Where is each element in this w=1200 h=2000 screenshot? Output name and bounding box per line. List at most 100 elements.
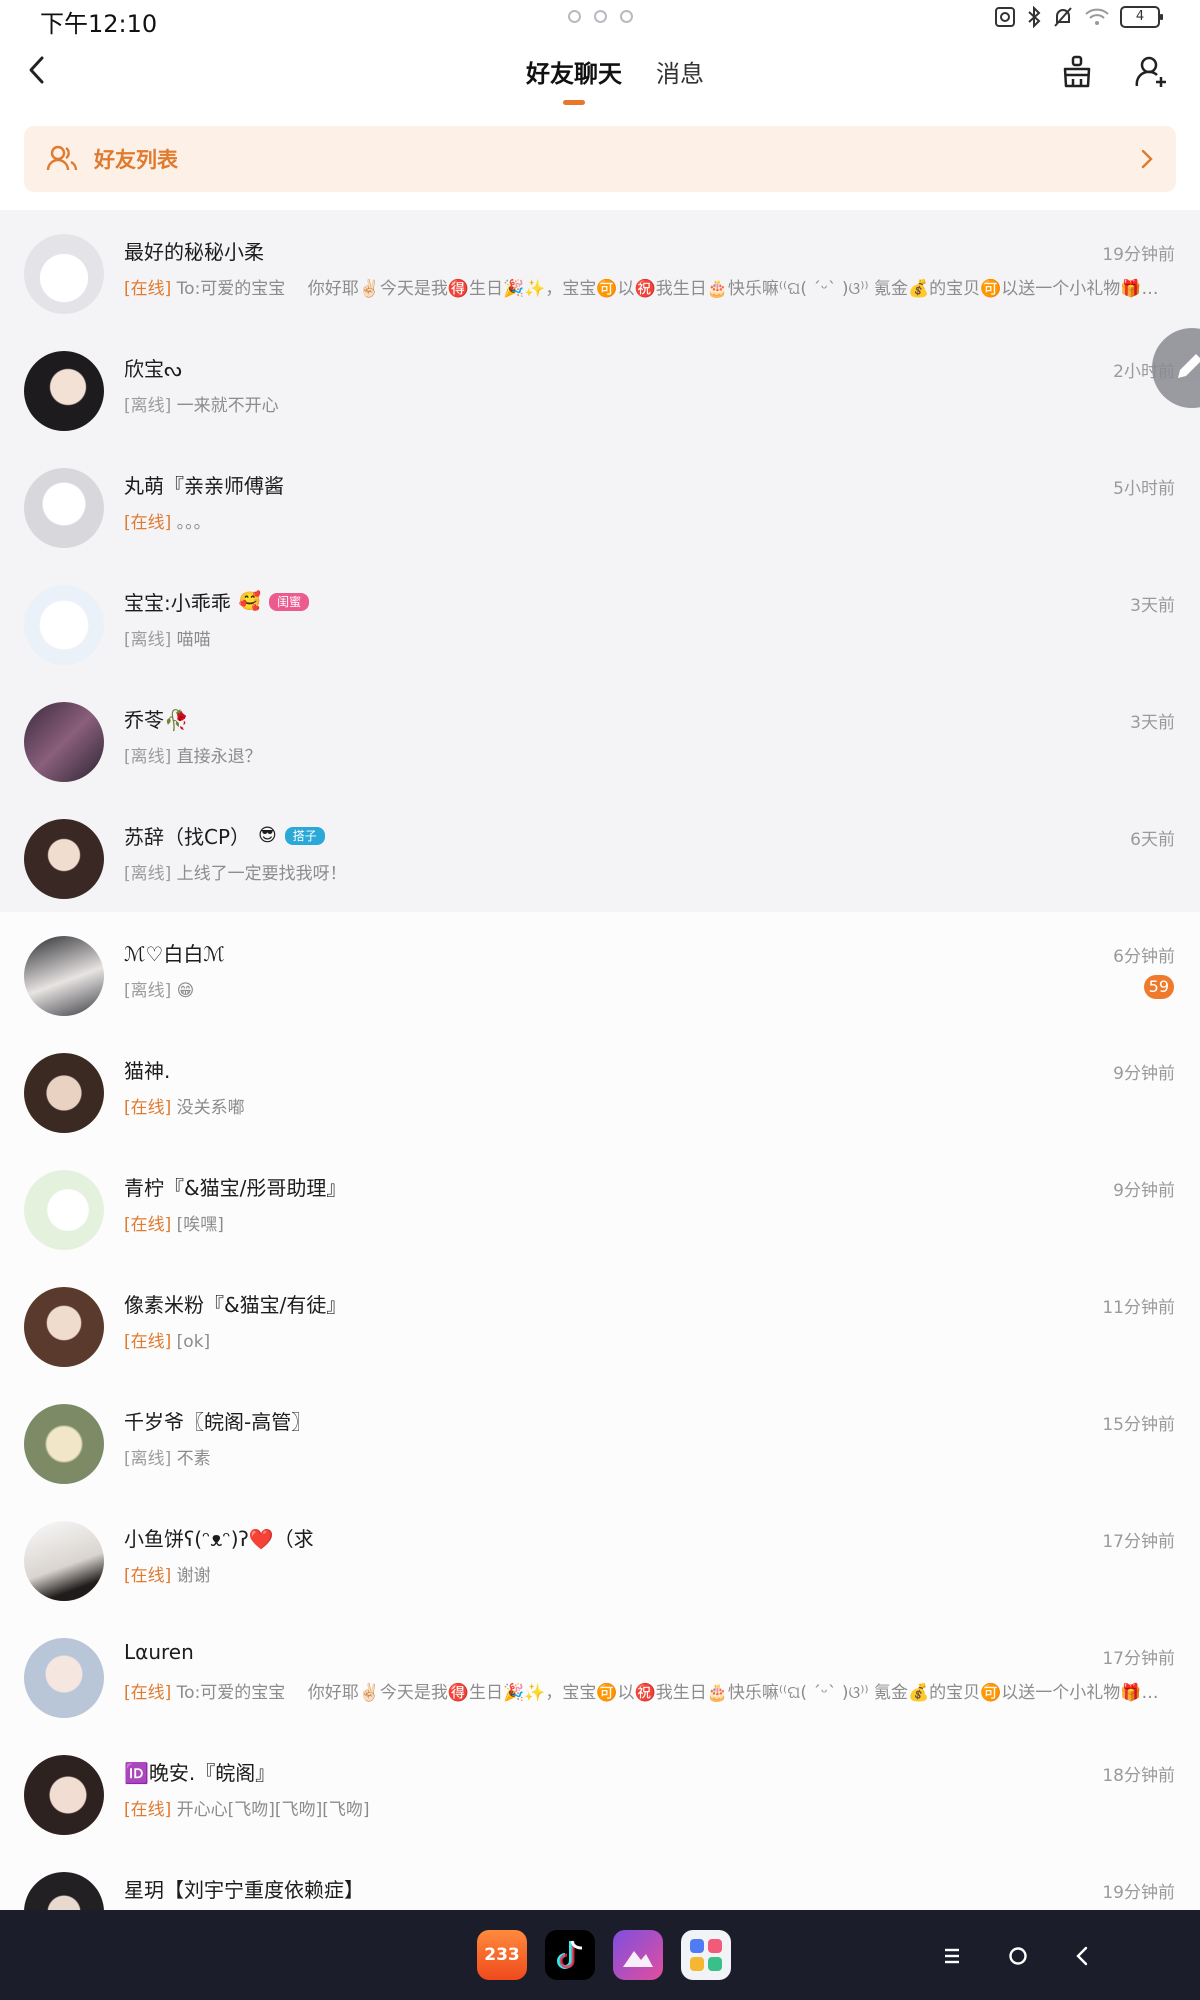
- pencil-icon: [1178, 354, 1200, 378]
- mute-bell-icon: [1054, 7, 1072, 27]
- avatar: [24, 1404, 104, 1484]
- chat-row[interactable]: 苏辞（找CP） 😎 搭子 6天前 [离线] 上线了一定要找我呀！: [0, 795, 1200, 912]
- chat-time: 3天前: [1130, 713, 1175, 733]
- chat-name: 丸萌『亲亲师傅酱: [124, 474, 284, 498]
- nav-home-button[interactable]: [998, 1936, 1038, 1976]
- app-233-icon[interactable]: 233: [477, 1930, 527, 1980]
- unread-badge: 59: [1143, 975, 1174, 999]
- gallery-app-icon[interactable]: [613, 1930, 663, 1980]
- avatar: [24, 1755, 104, 1835]
- app-store-icon[interactable]: [681, 1930, 731, 1980]
- chat-preview: [离线] 😁: [124, 981, 195, 1001]
- chat-preview: [在线] 没关系嘟: [124, 1098, 245, 1118]
- relationship-tag: 搭子: [284, 826, 325, 845]
- nav-back-button[interactable]: [1062, 1936, 1102, 1976]
- tab-messages[interactable]: 消息: [656, 54, 704, 89]
- chat-row[interactable]: 乔苓🥀 3天前 [离线] 直接永退？: [0, 678, 1200, 795]
- relationship-tag: 闺蜜: [269, 592, 310, 611]
- chat-row[interactable]: 千岁爷〖皖阁-高管〗 15分钟前 [离线] 不素: [0, 1380, 1200, 1497]
- chat-name: Lαuren: [124, 1640, 194, 1664]
- chat-time: 9分钟前: [1113, 1181, 1175, 1201]
- chat-preview: [在线] 谢谢: [124, 1566, 211, 1586]
- chat-preview: [离线] 喵喵: [124, 630, 211, 650]
- chat-name: 像素米粉『&猫宝/有徒』: [124, 1293, 347, 1317]
- chevron-right-icon: [1141, 149, 1153, 169]
- avatar: [24, 234, 104, 314]
- chat-time: 15分钟前: [1102, 1415, 1175, 1435]
- chat-row[interactable]: 丸萌『亲亲师傅酱 5小时前 [在线] 。。。: [0, 444, 1200, 561]
- tab-bar: 好友聊天 消息: [0, 54, 1200, 105]
- avatar: [24, 819, 104, 899]
- chat-time: 3天前: [1130, 596, 1175, 616]
- chat-time: 6分钟前: [1113, 947, 1175, 967]
- screenshot-icon: [995, 7, 1015, 27]
- chat-name: 小鱼饼ʕ(ᵔᴥᵔ)ʔ❤️（求: [124, 1527, 314, 1551]
- chat-list: ℳ♡白白ℳ 6分钟前 [离线] 😁 59 猫神. 9分钟前 [在线] 没关系嘟 …: [0, 912, 1200, 1965]
- chat-preview: [离线] 不素: [124, 1449, 211, 1469]
- chat-time: 18分钟前: [1102, 1766, 1175, 1786]
- avatar: [24, 1638, 104, 1718]
- chat-row[interactable]: ℳ♡白白ℳ 6分钟前 [离线] 😁 59: [0, 912, 1200, 1029]
- chat-preview: [离线] 上线了一定要找我呀！: [124, 864, 347, 884]
- friends-list-bar[interactable]: 好友列表: [24, 126, 1176, 192]
- active-tab-indicator: [563, 100, 585, 105]
- cleanup-button[interactable]: [1057, 52, 1097, 92]
- avatar: [24, 936, 104, 1016]
- chat-row[interactable]: 🆔晚安.『皖阁』 18分钟前 [在线] 开心心[飞吻][飞吻][飞吻]: [0, 1731, 1200, 1848]
- chat-name: 星玥【刘宇宁重度依赖症】: [124, 1878, 364, 1902]
- tiktok-app-icon[interactable]: [545, 1930, 595, 1980]
- cleanup-broom-icon: [1063, 55, 1091, 88]
- avatar: [24, 468, 104, 548]
- avatar: [24, 585, 104, 665]
- chat-time: 11分钟前: [1102, 1298, 1175, 1318]
- avatar: [24, 351, 104, 431]
- chat-time: 19分钟前: [1102, 245, 1175, 265]
- chat-row[interactable]: 宝宝:小乖乖 🥰 闺蜜 3天前 [离线] 喵喵: [0, 561, 1200, 678]
- chat-time: 17分钟前: [1102, 1532, 1175, 1552]
- friends-icon: [46, 145, 78, 171]
- wifi-icon: [1085, 8, 1109, 25]
- chat-time: 17分钟前: [1102, 1649, 1175, 1669]
- add-friend-button[interactable]: [1132, 52, 1172, 92]
- header: 好友聊天 消息: [0, 40, 1200, 115]
- nav-menu-button[interactable]: [932, 1936, 972, 1976]
- status-time: 下午12:10: [40, 10, 158, 38]
- avatar: [24, 702, 104, 782]
- avatar: [24, 1053, 104, 1133]
- chat-name: 苏辞（找CP） 😎 搭子: [124, 821, 325, 850]
- chat-row[interactable]: Lαuren 17分钟前 [在线] To:可爱的宝宝 你好耶✌🏻今天是我🉐生日🎉…: [0, 1614, 1200, 1731]
- friends-list-label: 好友列表: [94, 148, 178, 172]
- menu-icon: [945, 1948, 959, 1964]
- chat-preview: [离线] 直接永退？: [124, 747, 262, 767]
- chat-name: 🆔晚安.『皖阁』: [124, 1761, 276, 1785]
- add-friend-icon: [1135, 56, 1166, 87]
- chat-name: ℳ♡白白ℳ: [124, 942, 225, 966]
- window-dots[interactable]: [568, 10, 633, 23]
- chat-row[interactable]: 小鱼饼ʕ(ᵔᴥᵔ)ʔ❤️（求 17分钟前 [在线] 谢谢: [0, 1497, 1200, 1614]
- chat-preview: [在线] [ok]: [124, 1332, 211, 1352]
- chat-preview: [在线] 开心心[飞吻][飞吻][飞吻]: [124, 1800, 370, 1820]
- nav-back-icon: [1076, 1946, 1088, 1966]
- decoration-icon: 😎: [258, 825, 277, 846]
- chat-preview: [离线] 一来就不开心: [124, 396, 279, 416]
- chat-preview: [在线] To:可爱的宝宝 你好耶✌🏻今天是我🉐生日🎉✨，宝宝🉑以㊗️我生日🎂快…: [124, 279, 1159, 299]
- pinned-chat-list: 最好的秘秘小柔 19分钟前 [在线] To:可爱的宝宝 你好耶✌🏻今天是我🉐生日…: [0, 210, 1200, 912]
- status-icons: 4: [994, 6, 1163, 28]
- chat-name: 青柠『&猫宝/彤哥助理』: [124, 1176, 347, 1200]
- chat-row[interactable]: 猫神. 9分钟前 [在线] 没关系嘟: [0, 1029, 1200, 1146]
- chat-time: 9分钟前: [1113, 1064, 1175, 1084]
- chat-time: 5小时前: [1113, 479, 1175, 499]
- battery-icon: 4: [1120, 6, 1163, 28]
- bluetooth-icon: [1028, 6, 1041, 28]
- home-circle-icon: [1009, 1947, 1027, 1965]
- avatar: [24, 1170, 104, 1250]
- tab-friend-chat[interactable]: 好友聊天: [526, 54, 622, 105]
- chat-row[interactable]: 最好的秘秘小柔 19分钟前 [在线] To:可爱的宝宝 你好耶✌🏻今天是我🉐生日…: [0, 210, 1200, 327]
- chat-row[interactable]: 欣宝ᔓ 2小时前 [离线] 一来就不开心: [0, 327, 1200, 444]
- chat-row[interactable]: 像素米粉『&猫宝/有徒』 11分钟前 [在线] [ok]: [0, 1263, 1200, 1380]
- system-dock: 233: [0, 1910, 1200, 2000]
- avatar: [24, 1521, 104, 1601]
- chat-name: 最好的秘秘小柔: [124, 240, 264, 264]
- chat-name: 千岁爷〖皖阁-高管〗: [124, 1410, 312, 1434]
- chat-row[interactable]: 青柠『&猫宝/彤哥助理』 9分钟前 [在线] [唉嘿]: [0, 1146, 1200, 1263]
